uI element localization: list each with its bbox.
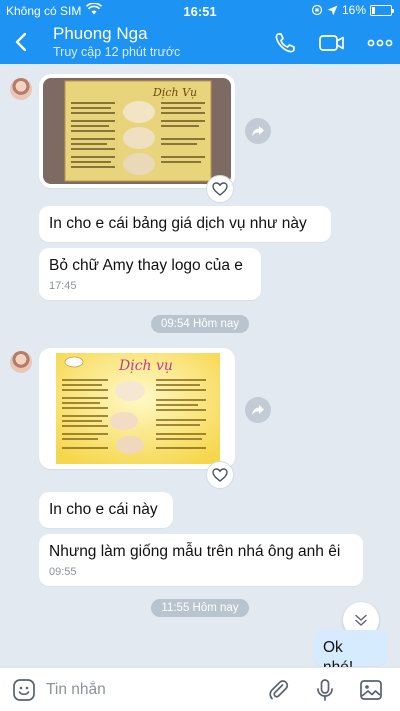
scroll-down-icon — [355, 614, 367, 626]
chat-header: Phuong Nga Truy cập 12 phút trước — [0, 22, 400, 64]
chat-area[interactable]: Dịch Vụ In cho e cái bảng giá dịch vụ nh… — [0, 64, 400, 667]
my-message-bubble[interactable]: Ok nhé! — [313, 630, 387, 667]
location-icon — [327, 5, 338, 15]
date-separator: 09:54 Hôm nay — [0, 314, 400, 333]
like-button[interactable] — [206, 175, 234, 203]
image-icon[interactable] — [359, 678, 383, 702]
message-time: 17:45 — [49, 280, 77, 292]
message-time: 09:55 — [49, 566, 77, 578]
back-icon[interactable] — [10, 30, 34, 54]
video-call-icon[interactable] — [318, 30, 346, 56]
message-input[interactable] — [46, 678, 246, 702]
date-separator-label: 09:54 Hôm nay — [151, 315, 249, 333]
share-button[interactable] — [245, 118, 271, 144]
share-button[interactable] — [245, 397, 271, 423]
emoji-icon[interactable] — [12, 678, 36, 702]
previous-message-edge — [312, 64, 386, 68]
share-icon — [252, 405, 264, 415]
date-separator: 11:55 Hôm nay — [0, 598, 400, 617]
avatar[interactable] — [10, 78, 32, 100]
message-text: In cho e cái bảng giá dịch vụ như này — [49, 215, 307, 232]
date-separator-label: 11:55 Hôm nay — [151, 599, 249, 617]
orientation-lock-icon — [311, 4, 323, 16]
heart-icon — [212, 182, 228, 196]
message-text: In cho e cái này — [49, 501, 158, 518]
share-icon — [252, 126, 264, 136]
more-icon[interactable] — [367, 30, 393, 56]
status-bar: Không có SIM 16:51 16% — [0, 0, 400, 22]
top-bar: Không có SIM 16:51 16% Phuong Nga Truy c… — [0, 0, 400, 64]
like-button[interactable] — [206, 461, 234, 489]
svg-text:Dịch vụ: Dịch vụ — [118, 358, 173, 374]
svg-text:Dịch Vụ: Dịch Vụ — [152, 86, 197, 99]
image-message[interactable]: Dịch vụ — [39, 348, 235, 469]
message-text: Bỏ chữ Amy thay logo của e — [49, 257, 243, 274]
message-bubble[interactable]: In cho e cái này — [39, 492, 173, 528]
phone-icon[interactable] — [272, 30, 298, 56]
microphone-icon[interactable] — [313, 678, 337, 702]
message-bubble[interactable]: Bỏ chữ Amy thay logo của e 17:45 — [39, 248, 261, 300]
contact-name: Phuong Nga — [53, 24, 148, 43]
composer-bar — [0, 667, 400, 711]
status-right: 16% — [311, 3, 394, 17]
battery-percent: 16% — [341, 3, 366, 17]
price-list-photo: Dịch Vụ — [43, 78, 231, 184]
attach-icon[interactable] — [266, 678, 290, 702]
heart-icon — [212, 468, 228, 482]
message-bubble[interactable]: Nhưng làm giống mẫu trên nhá ông anh êi … — [39, 534, 363, 586]
message-bubble[interactable]: In cho e cái bảng giá dịch vụ như này — [39, 206, 331, 242]
last-seen: Truy cập 12 phút trước — [53, 45, 181, 59]
price-list-photo: Dịch vụ — [56, 353, 220, 464]
avatar[interactable] — [10, 351, 32, 373]
battery-icon — [370, 4, 394, 16]
image-message[interactable]: Dịch Vụ — [39, 74, 235, 188]
contact-info[interactable]: Phuong Nga Truy cập 12 phút trước — [53, 24, 180, 59]
message-text: Nhưng làm giống mẫu trên nhá ông anh êi — [49, 543, 341, 560]
message-text: Ok nhé! — [323, 639, 353, 667]
